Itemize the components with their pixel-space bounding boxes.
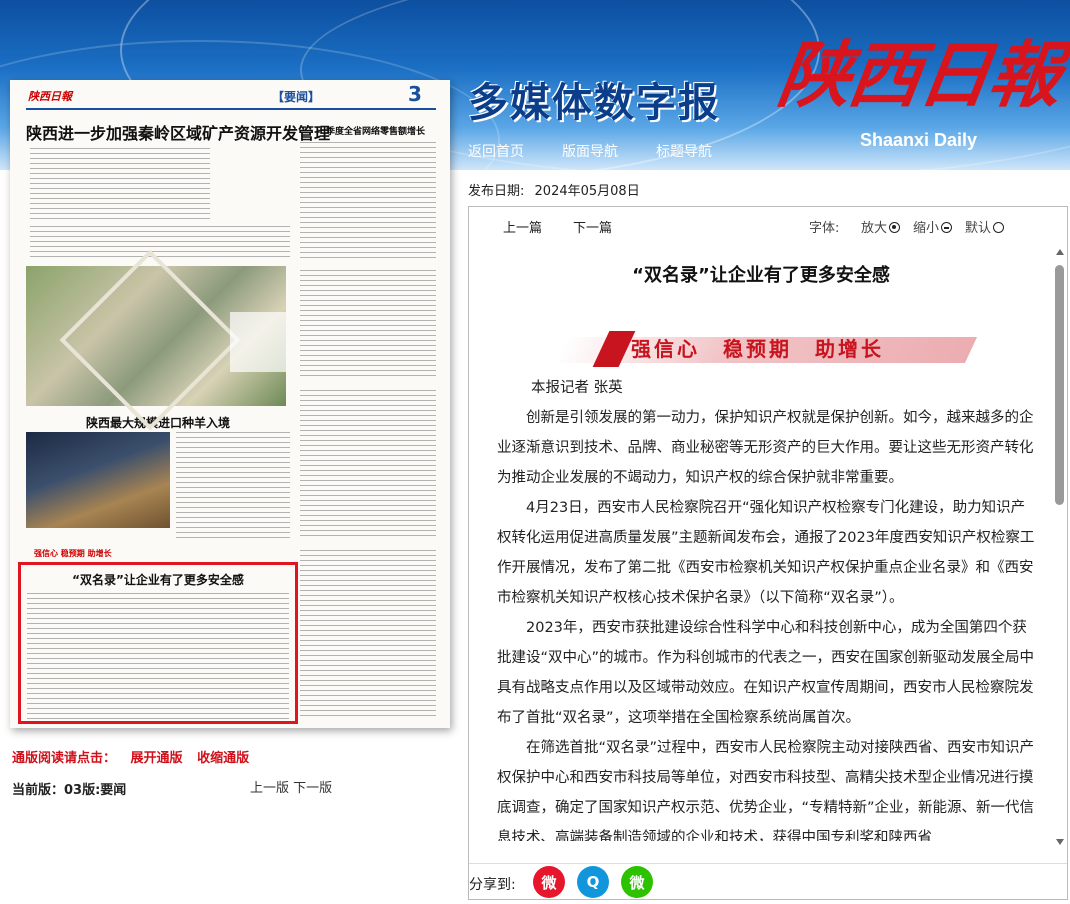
- share-bar: 分享到: 微 Q 微: [469, 863, 1067, 899]
- article-content: “双名录”让企业有了更多安全感 强信心 稳预期 助增长 本报记者 张英 创新是引…: [469, 241, 1053, 841]
- paper-masthead: 陕西日報: [28, 90, 72, 103]
- paper-photo-caption: [230, 312, 286, 372]
- scroll-up-arrow-icon[interactable]: [1056, 249, 1064, 255]
- article-paragraph: 在筛选首批“双名录”过程中，西安市人民检察院主动对接陕西省、西安市知识产权保护中…: [497, 740, 1035, 841]
- logo-chinese: 陕西日報: [773, 32, 1066, 117]
- nav-home[interactable]: 返回首页: [468, 141, 524, 161]
- font-larger-label: 放大: [861, 221, 888, 236]
- wechat-share-icon[interactable]: 微: [621, 866, 653, 898]
- publish-date-label: 发布日期:: [468, 184, 525, 199]
- radio-minus-icon: [941, 222, 953, 233]
- article-toolbar: 上一篇 下一篇 字体: 放大 缩小 默认: [469, 207, 1067, 239]
- font-default-label: 默认: [965, 221, 992, 236]
- paper-text-block: [27, 593, 289, 719]
- weibo-share-icon[interactable]: 微: [533, 866, 565, 898]
- paper-text-block: [300, 142, 436, 262]
- paper-text-block: [30, 226, 290, 260]
- paper-banner-strip: 强信心 稳预期 助增长: [34, 549, 112, 558]
- nav-title-navigation[interactable]: 标题导航: [656, 141, 712, 161]
- article-paragraph: 创新是引领发展的第一动力，保护知识产权就是保护创新。如今，越来越多的企业逐渐意识…: [497, 410, 1034, 486]
- share-label: 分享到:: [469, 877, 516, 893]
- expand-full-page-link[interactable]: 展开通版: [131, 751, 183, 766]
- paper-headline[interactable]: 陕西进一步加强秦岭区域矿产资源开发管理: [26, 120, 330, 144]
- paper-section: 【要闻】: [272, 90, 321, 104]
- paper-text-block: [176, 432, 290, 542]
- article-panel: 上一篇 下一篇 字体: 放大 缩小 默认 “双名录”让企业有了更多安全感 强信心…: [468, 206, 1068, 900]
- full-page-notice: 通版阅读请点击： 展开通版 收缩通版: [12, 747, 249, 766]
- prev-article-link[interactable]: 上一篇: [503, 217, 542, 236]
- qq-share-icon[interactable]: Q: [577, 866, 609, 898]
- font-size-label: 字体:: [809, 221, 840, 236]
- publish-date-value: 2024年05月08日: [534, 184, 640, 199]
- logo-english: Shaanxi Daily: [860, 130, 978, 150]
- paper-sub-headline[interactable]: 一季度全省网络零售额增长: [306, 124, 436, 137]
- article-author: 本报记者 张英: [531, 380, 623, 396]
- article-paragraph: 4月23日，西安市人民检察院召开“强化知识产权检察专门化建设，助力知识产权转化运…: [497, 500, 1035, 606]
- nav-page-navigation[interactable]: 版面导航: [562, 141, 618, 161]
- header-nav: 返回首页 版面导航 标题导航: [468, 141, 712, 161]
- paper-text-block: [300, 550, 436, 720]
- article-theme-banner: 强信心 稳预期 助增长: [554, 331, 978, 367]
- selected-article-highlight[interactable]: “双名录”让企业有了更多安全感: [18, 562, 298, 724]
- paper-page-number: 3: [408, 82, 422, 106]
- paper-text-block: [30, 148, 210, 220]
- scroll-down-arrow-icon[interactable]: [1056, 839, 1064, 845]
- current-page-label: 当前版：03版:要闻: [12, 783, 127, 798]
- radio-plus-icon: [889, 222, 901, 233]
- paper-photo-airplane: [26, 432, 170, 528]
- prev-page-link[interactable]: 上一版: [250, 781, 289, 796]
- font-smaller-option[interactable]: 缩小: [913, 217, 953, 236]
- article-paragraph: 2023年，西安市获批建设综合性科学中心和科技创新中心，成为全国第四个获批建设“…: [497, 620, 1035, 726]
- font-larger-option[interactable]: 放大: [861, 217, 901, 236]
- newspaper-page-preview[interactable]: 陕西日報 【要闻】 3 陕西进一步加强秦岭区域矿产资源开发管理 一季度全省网络零…: [10, 80, 450, 728]
- next-article-link[interactable]: 下一篇: [573, 217, 612, 236]
- paper-text-block: [300, 270, 436, 380]
- paper-text-block: [300, 390, 436, 540]
- publish-date: 发布日期: 2024年05月08日: [468, 180, 640, 199]
- font-smaller-label: 缩小: [913, 221, 940, 236]
- next-page-link[interactable]: 下一版: [293, 781, 332, 796]
- collapse-full-page-link[interactable]: 收缩通版: [197, 751, 249, 766]
- article-title: “双名录”让企业有了更多安全感: [632, 265, 890, 286]
- page-pager: 上一版 下一版: [250, 777, 332, 796]
- radio-empty-icon: [993, 222, 1005, 233]
- scroll-thumb[interactable]: [1055, 265, 1064, 505]
- site-logo: 陕西日報 Shaanxi Daily: [773, 8, 1070, 158]
- article-scrollbar[interactable]: [1053, 241, 1067, 851]
- full-page-notice-label: 通版阅读请点击：: [12, 751, 117, 766]
- boxed-article-title: “双名录”让企业有了更多安全感: [72, 573, 244, 587]
- paper-rule: [26, 108, 436, 110]
- banner-text: 强信心 稳预期 助增长: [631, 337, 884, 361]
- font-default-option[interactable]: 默认: [965, 217, 1005, 236]
- article-body: 本报记者 张英 创新是引领发展的第一动力，保护知识产权就是保护创新。如今，越来越…: [497, 373, 1037, 841]
- multimedia-title: 多媒体数字报: [468, 79, 720, 126]
